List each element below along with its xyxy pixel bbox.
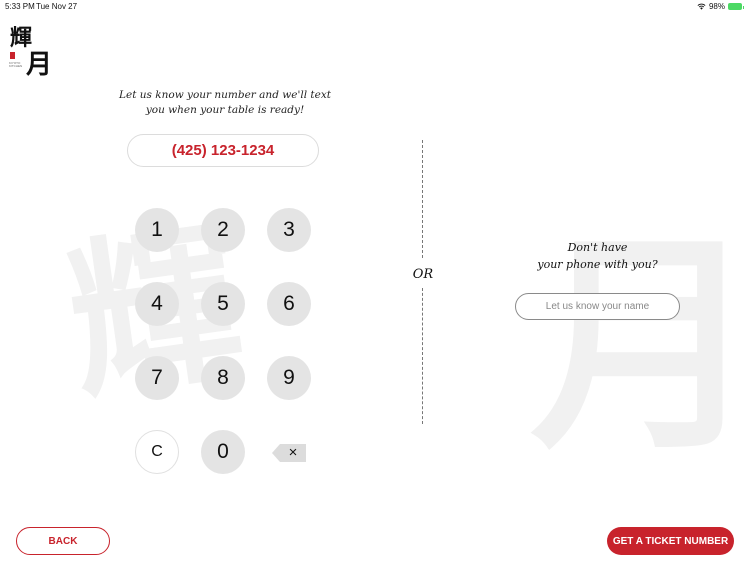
key-3[interactable]: 3 bbox=[267, 208, 311, 252]
key-6[interactable]: 6 bbox=[267, 282, 311, 326]
no-phone-prompt: Don't have your phone with you? bbox=[510, 239, 685, 273]
status-bar: 5:33 PM Tue Nov 27 98% bbox=[0, 0, 750, 14]
key-1[interactable]: 1 bbox=[135, 208, 179, 252]
backspace-x-glyph: × bbox=[288, 444, 298, 461]
key-7[interactable]: 7 bbox=[135, 356, 179, 400]
logo-char-second: 月 bbox=[26, 50, 53, 80]
status-time: 5:33 PM bbox=[5, 2, 35, 11]
divider-bottom bbox=[422, 288, 423, 424]
logo-subtitle: KIYOTO KITCHEN bbox=[9, 61, 23, 68]
get-ticket-button[interactable]: GET A TICKET NUMBER bbox=[607, 527, 734, 555]
backspace-button[interactable]: × bbox=[272, 444, 306, 462]
battery-icon bbox=[728, 3, 744, 10]
key-8[interactable]: 8 bbox=[201, 356, 245, 400]
phone-number-field[interactable]: (425) 123-1234 bbox=[127, 134, 319, 167]
key-2[interactable]: 2 bbox=[201, 208, 245, 252]
or-label: OR bbox=[412, 267, 434, 282]
divider-top bbox=[422, 140, 423, 258]
key-9[interactable]: 9 bbox=[267, 356, 311, 400]
status-date: Tue Nov 27 bbox=[36, 2, 78, 11]
key-5[interactable]: 5 bbox=[201, 282, 245, 326]
back-button[interactable]: BACK bbox=[16, 527, 110, 555]
restaurant-logo: 輝 月 KIYOTO KITCHEN bbox=[8, 20, 53, 80]
phone-prompt: Let us know your number and we'll text y… bbox=[119, 89, 331, 116]
key-4[interactable]: 4 bbox=[135, 282, 179, 326]
no-phone-prompt-line1: Don't have bbox=[567, 241, 628, 254]
battery-percent: 98% bbox=[708, 2, 725, 11]
wifi-icon bbox=[697, 3, 706, 10]
watermark-right: 月 bbox=[530, 211, 750, 481]
status-indicators: 98% bbox=[697, 2, 744, 11]
clear-button[interactable]: C bbox=[135, 430, 179, 474]
name-input[interactable] bbox=[515, 293, 680, 320]
logo-seal bbox=[10, 52, 15, 59]
key-0[interactable]: 0 bbox=[201, 430, 245, 474]
no-phone-prompt-line2: your phone with you? bbox=[537, 258, 658, 271]
